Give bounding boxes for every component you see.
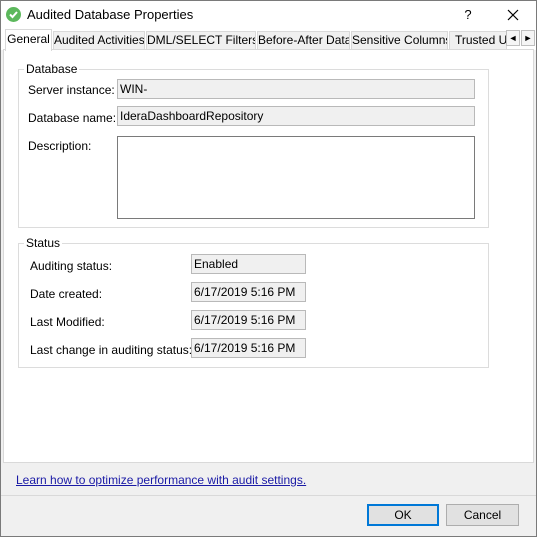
last-modified-field[interactable]: 6/17/2019 5:16 PM — [191, 310, 306, 330]
description-label: Description: — [28, 139, 92, 153]
ok-button[interactable]: OK — [367, 504, 439, 526]
description-textarea[interactable] — [117, 136, 475, 219]
server-instance-label: Server instance: — [28, 83, 115, 97]
last-change-auditing-status-label: Last change in auditing status: — [30, 343, 193, 357]
last-change-auditing-status-field[interactable]: 6/17/2019 5:16 PM — [191, 338, 306, 358]
last-modified-label: Last Modified: — [30, 315, 105, 329]
close-icon — [507, 9, 519, 21]
tab-strip: General Audited Activities DML/SELECT Fi… — [1, 29, 536, 51]
title-bar: Audited Database Properties ? — [1, 1, 536, 29]
help-button[interactable]: ? — [453, 4, 483, 26]
footer-divider — [1, 495, 536, 496]
learn-optimize-performance-link[interactable]: Learn how to optimize performance with a… — [16, 473, 306, 487]
auditing-status-field[interactable]: Enabled — [191, 254, 306, 274]
server-instance-field[interactable]: WIN- — [117, 79, 475, 99]
general-tab-panel: Database Server instance: WIN- Database … — [3, 49, 534, 463]
status-group-title: Status — [24, 236, 63, 250]
tab-general[interactable]: General — [5, 29, 52, 51]
database-name-label: Database name: — [28, 111, 117, 125]
tab-scroll-right-button[interactable]: ► — [521, 30, 535, 46]
close-button[interactable] — [498, 4, 528, 26]
date-created-field[interactable]: 6/17/2019 5:16 PM — [191, 282, 306, 302]
status-group: Status Auditing status: Enabled Date cre… — [18, 236, 489, 368]
check-shield-icon — [6, 7, 21, 22]
tab-dml-select-filters[interactable]: DML/SELECT Filters — [146, 31, 256, 50]
window-title: Audited Database Properties — [27, 7, 194, 22]
database-group: Database Server instance: WIN- Database … — [18, 62, 489, 228]
cancel-button[interactable]: Cancel — [446, 504, 519, 526]
auditing-status-label: Auditing status: — [30, 259, 113, 273]
database-group-title: Database — [24, 62, 80, 76]
dialog-window: Audited Database Properties ? General Au… — [0, 0, 537, 537]
tab-scroll-left-button[interactable]: ◄ — [506, 30, 520, 46]
tab-audited-activities[interactable]: Audited Activities — [53, 31, 145, 50]
tab-trusted-users[interactable]: Trusted Us — [449, 31, 507, 50]
tab-sensitive-columns[interactable]: Sensitive Columns — [351, 31, 448, 50]
database-name-field[interactable]: IderaDashboardRepository — [117, 106, 475, 126]
tab-before-after-data[interactable]: Before-After Data — [257, 31, 350, 50]
date-created-label: Date created: — [30, 287, 103, 301]
